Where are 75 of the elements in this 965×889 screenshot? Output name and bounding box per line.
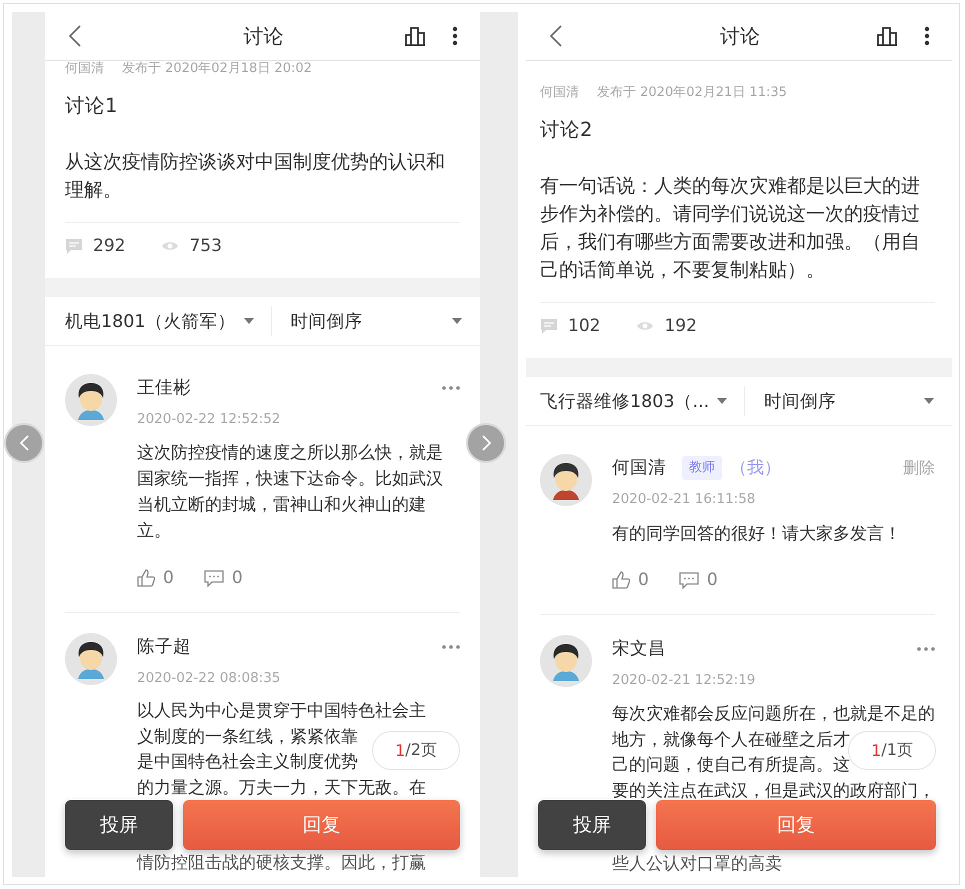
thumbs-up-icon[interactable] <box>612 571 630 589</box>
comment-text-line: 要的关注点在武汉，但是武汉的政府部门， <box>612 778 935 800</box>
role-tag: 教师 <box>682 456 722 480</box>
comment-icon <box>65 237 83 255</box>
comment-text-line: 情防控阻击战的硬核支撑。因此，打赢 <box>136 852 426 875</box>
cast-screen-button[interactable]: 投屏 <box>538 800 646 850</box>
comment-text-line: 是中国特色社会主义制度优势 <box>137 751 358 774</box>
commenter-name: 何国清 <box>612 457 666 480</box>
sort-dropdown[interactable]: 时间倒序 <box>272 309 480 333</box>
chat-bubble-icon[interactable] <box>678 572 699 588</box>
comment-text-line: 己的问题，使自己有所提高。这 <box>612 753 850 776</box>
comment-text-line: 义制度的一条红线，紧紧依靠 <box>137 726 358 748</box>
thumbs-up-icon[interactable] <box>137 569 155 587</box>
avatar-icon <box>65 633 117 685</box>
comment-text-line: 些人公认对口罩的高卖 <box>611 852 782 875</box>
comment-icon <box>540 317 558 335</box>
reply-count: 102 <box>568 315 600 337</box>
comment-time: 2020-02-22 12:52:52 <box>137 410 282 428</box>
comment-text-line: 每次灾难都会反应问题所在，也就是不足的 <box>612 702 935 725</box>
commenter-name: 宋文昌 <box>612 638 666 661</box>
post-description: 有一句话说：人类的每次灾难都是以巨大的进步作为补偿的。请同学们说说这一次的疫情过后，我们有哪些方面需要改进和加强。（用自己的话简单说，不要复制粘贴）。 <box>540 174 921 283</box>
avatar-icon <box>540 635 592 687</box>
post-description: 从这次疫情防控谈谈对中国制度优势的认识和理解。 <box>65 150 446 203</box>
caret-down-icon <box>244 318 254 324</box>
comment-text-line: 地方，就像每个人在碰壁之后才 <box>612 728 850 750</box>
caret-down-icon <box>452 318 462 324</box>
back-icon[interactable] <box>550 25 562 47</box>
reply-count: 292 <box>93 235 126 257</box>
back-icon[interactable] <box>69 25 81 47</box>
page-title: 讨论 <box>720 22 760 50</box>
post-title: 讨论1 <box>65 93 118 119</box>
more-icon[interactable] <box>442 386 460 390</box>
more-menu-icon[interactable] <box>924 26 930 46</box>
eye-icon <box>161 240 180 252</box>
avatar-icon <box>65 374 117 426</box>
comment-time: 2020-02-21 12:52:19 <box>612 671 756 689</box>
sort-dropdown[interactable]: 时间倒序 <box>745 389 952 413</box>
comment-text: 这次防控疫情的速度之所以那么快，就是国家统一指挥，快速下达命令。比如武汉当机立断的封城，雷神山和火神山的建立。 <box>137 442 444 543</box>
commenter-name: 王佳彬 <box>137 377 191 400</box>
comment-time: 2020-02-21 16:11:58 <box>612 490 756 508</box>
class-filter-dropdown[interactable]: 飞行器维修1803（... <box>526 389 744 413</box>
commenter-name: 陈子超 <box>137 636 191 659</box>
reply-count: 0 <box>706 569 718 591</box>
view-count: 753 <box>189 235 222 257</box>
post-author: 何国清 <box>540 85 579 101</box>
chevron-right-icon <box>482 435 490 451</box>
post-author: 何国清 <box>65 61 104 77</box>
caret-down-icon <box>924 398 934 404</box>
chevron-left-icon <box>20 435 28 451</box>
comment-text-line: 的力量之源。万夫一力，天下无敌。在 <box>137 776 426 800</box>
caret-down-icon <box>717 398 728 404</box>
more-icon[interactable] <box>917 647 935 651</box>
page-title: 讨论 <box>244 22 284 50</box>
bar-chart-icon[interactable] <box>405 26 425 46</box>
like-count: 0 <box>163 567 174 589</box>
comment-text: 有的同学回答的很好！请大家多发言！ <box>612 522 902 545</box>
cast-screen-button[interactable]: 投屏 <box>65 800 173 850</box>
self-label: （我） <box>730 457 781 480</box>
reply-count: 0 <box>232 567 243 589</box>
like-count: 0 <box>638 569 649 591</box>
more-menu-icon[interactable] <box>452 26 458 46</box>
page-indicator: 1/2页 <box>372 731 460 770</box>
comment-time: 2020-02-22 08:08:35 <box>137 669 282 687</box>
post-title: 讨论2 <box>540 117 594 143</box>
post-date: 发布于 2020年02月21日 11:35 <box>597 85 787 101</box>
page-indicator: 1/1页 <box>848 731 936 770</box>
more-icon[interactable] <box>442 645 460 649</box>
comment-text-line: 以人民为中心是贯穿于中国特色社会主 <box>137 700 426 723</box>
class-filter-dropdown[interactable]: 机电1801（火箭军） <box>45 309 271 333</box>
avatar-icon <box>540 454 592 506</box>
view-count: 192 <box>664 315 697 337</box>
eye-icon <box>636 320 654 332</box>
chat-bubble-icon[interactable] <box>204 570 224 586</box>
bar-chart-icon[interactable] <box>877 26 897 46</box>
post-date: 发布于 2020年02月18日 20:02 <box>122 61 312 77</box>
